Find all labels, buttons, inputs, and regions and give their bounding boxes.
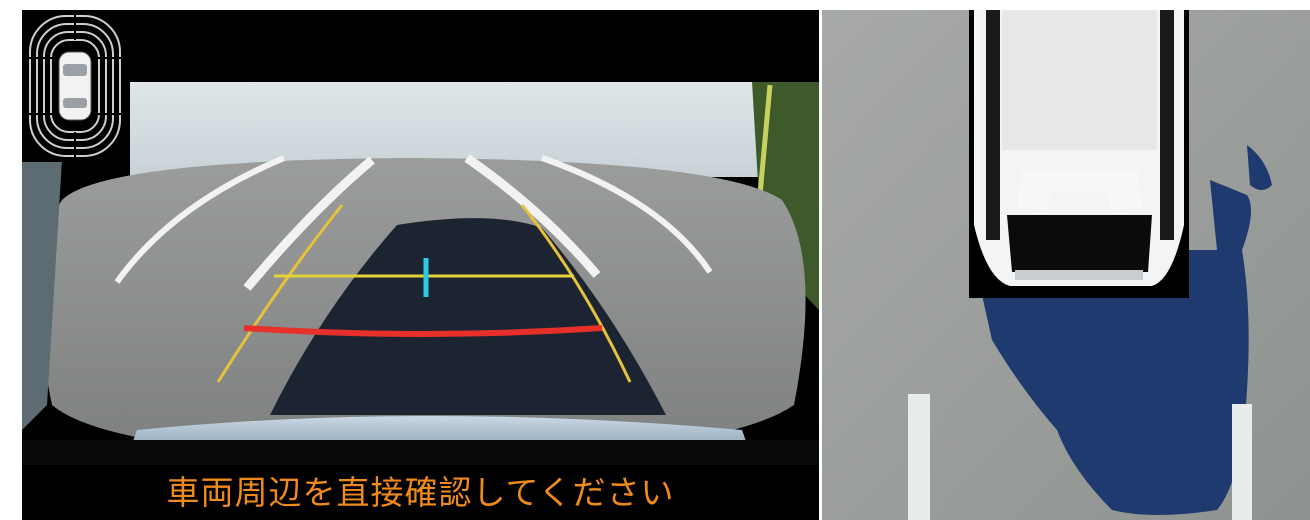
warning-message: 車両周辺を直接確認してください	[22, 465, 819, 520]
sensor-minimap	[22, 10, 128, 162]
top-down-view	[822, 10, 1310, 520]
vehicle-overhead-icon	[969, 10, 1189, 298]
rear-camera-view: 車両周辺を直接確認してください	[22, 10, 819, 520]
rear-camera-image	[22, 10, 819, 520]
car-top-view-icon	[58, 51, 92, 121]
parking-sensor-arcs-icon	[22, 10, 128, 162]
top-down-image	[822, 10, 1310, 520]
